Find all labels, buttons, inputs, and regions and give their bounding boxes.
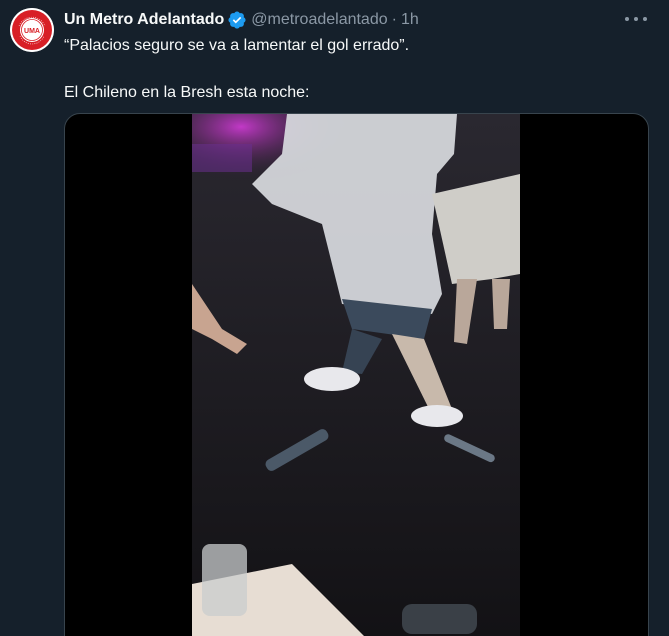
verified-badge-icon[interactable] xyxy=(227,10,247,30)
avatar[interactable]: UMA xyxy=(10,8,54,52)
separator-dot: · xyxy=(391,11,397,28)
tweet-header: Un Metro Adelantado @metroadelantado · 1… xyxy=(64,9,419,31)
handle[interactable]: @metroadelantado xyxy=(251,11,387,29)
svg-text:UMA: UMA xyxy=(24,28,40,35)
display-name[interactable]: Un Metro Adelantado xyxy=(64,11,224,29)
video-still-image xyxy=(192,114,520,636)
tweet-card[interactable]: UMA Un Metro Adelantado @metroadelantado… xyxy=(0,0,669,636)
video-player[interactable] xyxy=(64,113,649,636)
tweet-text: “Palacios seguro se va a lamentar el gol… xyxy=(64,34,644,104)
tweet-line-caption: El Chileno en la Bresh esta noche: xyxy=(64,84,310,101)
more-options-icon[interactable] xyxy=(625,10,647,28)
avatar-logo: UMA xyxy=(10,8,54,52)
timestamp[interactable]: 1h xyxy=(401,11,419,29)
tweet-line-quote: “Palacios seguro se va a lamentar el gol… xyxy=(64,37,410,54)
video-frame[interactable] xyxy=(192,114,520,636)
